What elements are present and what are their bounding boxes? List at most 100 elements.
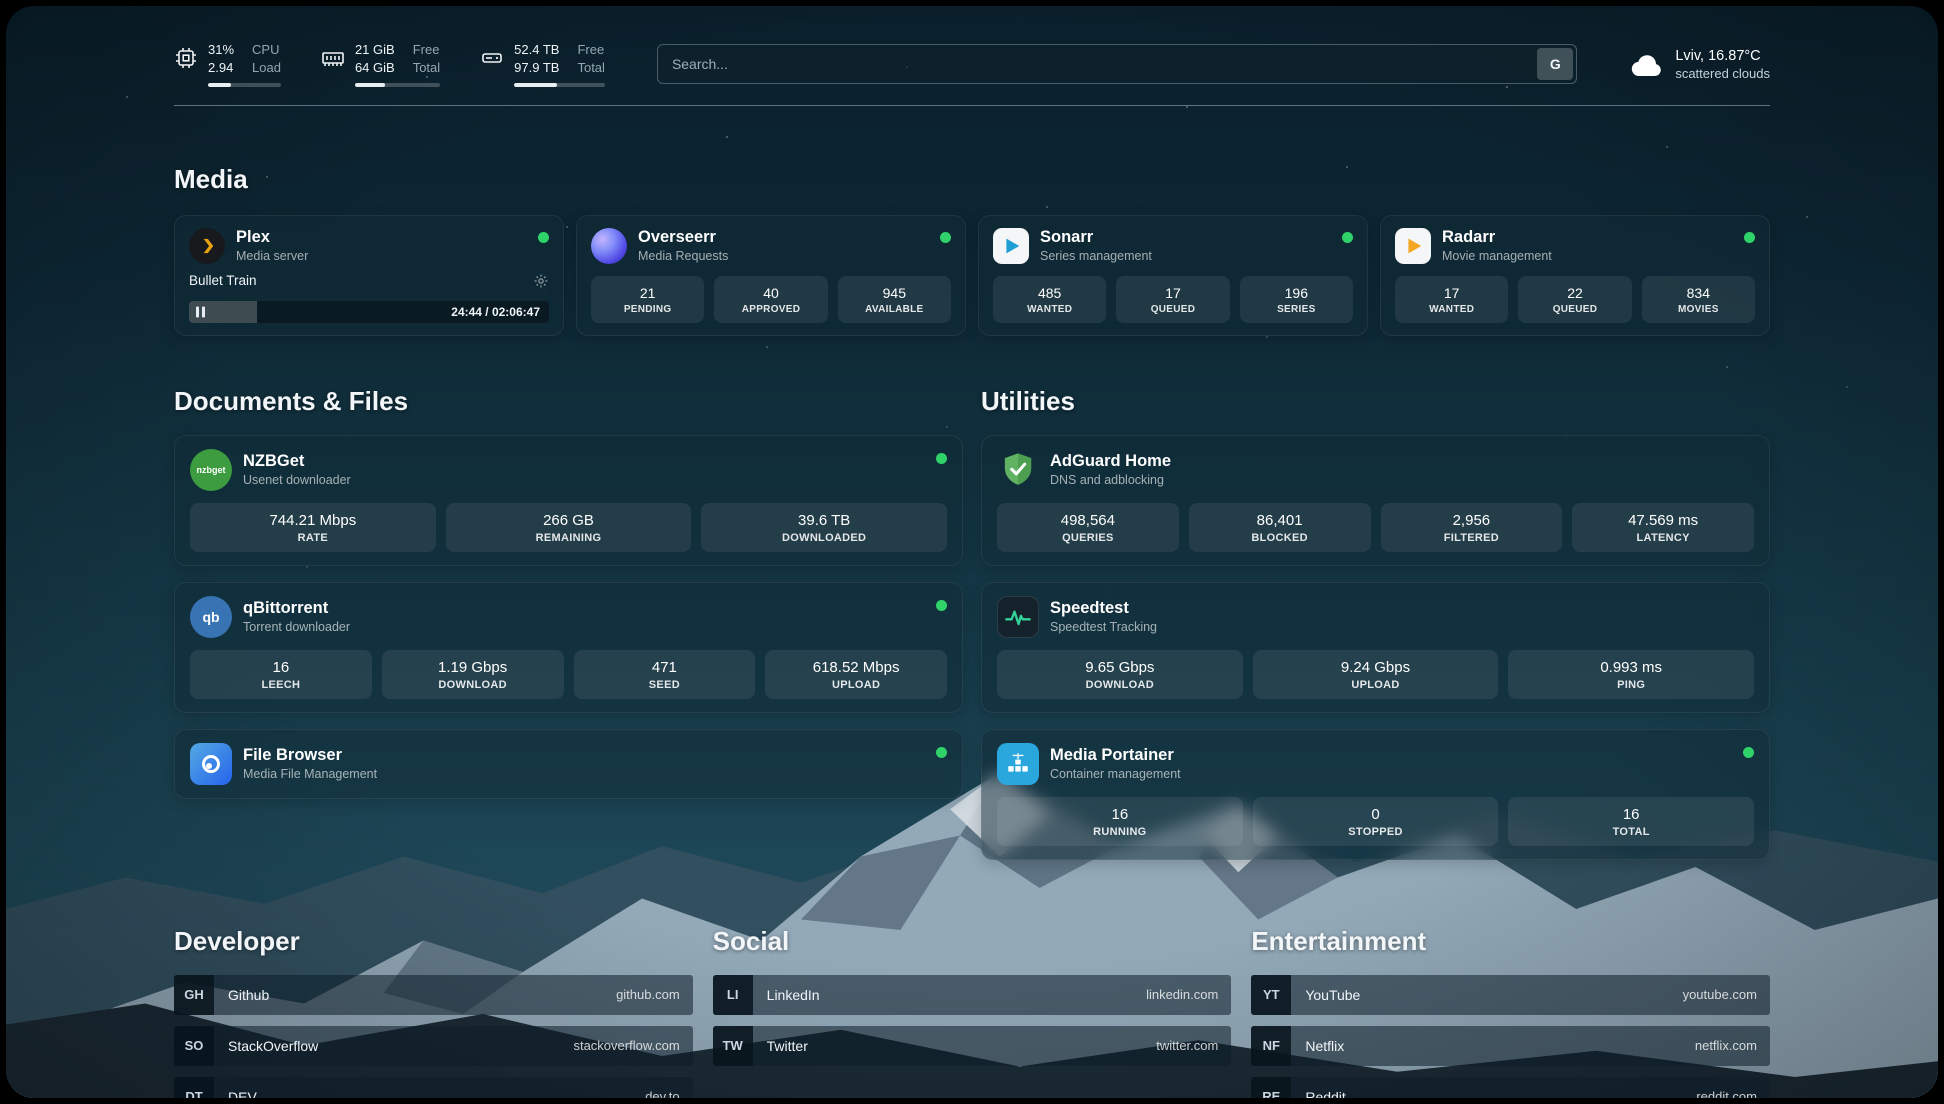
stat-approved: 40 APPROVED — [714, 276, 827, 323]
youtube-icon: YT — [1251, 975, 1291, 1015]
plex-card[interactable]: Plex Media server Bullet Train 24:44 / 0 — [174, 215, 564, 336]
pause-icon[interactable] — [196, 306, 205, 317]
stat-upload: 9.24 Gbps UPLOAD — [1253, 650, 1499, 699]
section-title-documents: Documents & Files — [174, 386, 963, 417]
ram-label-bottom: Total — [413, 60, 440, 76]
filebrowser-icon — [190, 743, 232, 785]
overseerr-card[interactable]: Overseerr Media Requests 21 PENDING 40 A… — [576, 215, 966, 336]
header-divider — [174, 105, 1770, 106]
link-reddit[interactable]: RE Reddit reddit.com — [1251, 1077, 1770, 1099]
app-subtitle: Media Requests — [638, 249, 728, 263]
search-engine-button[interactable]: G — [1537, 48, 1573, 80]
top-bar: 31% 2.94 CPU Load — [174, 6, 1770, 87]
radarr-card[interactable]: Radarr Movie management 17 WANTED 22 QUE… — [1380, 215, 1770, 336]
ram-icon — [321, 46, 345, 70]
entertainment-section: Entertainment YT YouTube youtube.com NF … — [1251, 926, 1770, 1099]
app-subtitle: Speedtest Tracking — [1050, 620, 1157, 634]
adguard-icon — [997, 449, 1039, 491]
stat-wanted: 17 WANTED — [1395, 276, 1508, 323]
disk-progress-track — [514, 83, 605, 87]
link-linkedin[interactable]: LI LinkedIn linkedin.com — [713, 975, 1232, 1015]
stat-download: 9.65 Gbps DOWNLOAD — [997, 650, 1243, 699]
app-subtitle: Series management — [1040, 249, 1152, 263]
ram-label-top: Free — [413, 42, 440, 58]
overseerr-icon — [591, 228, 627, 264]
app-subtitle: Usenet downloader — [243, 473, 351, 487]
speedtest-card[interactable]: Speedtest Speedtest Tracking 9.65 Gbps D… — [981, 582, 1770, 713]
status-dot — [936, 600, 947, 611]
stackoverflow-icon: SO — [174, 1026, 214, 1066]
app-name: qBittorrent — [243, 599, 350, 618]
stat-blocked: 86,401 BLOCKED — [1189, 503, 1371, 552]
ram-progress-track — [355, 83, 440, 87]
section-title-utilities: Utilities — [981, 386, 1770, 417]
player-progress-bar[interactable]: 24:44 / 02:06:47 — [189, 301, 549, 323]
github-icon: GH — [174, 975, 214, 1015]
link-twitter[interactable]: TW Twitter twitter.com — [713, 1026, 1232, 1066]
stat-queued: 17 QUEUED — [1116, 276, 1229, 323]
cpu-progress-track — [208, 83, 281, 87]
stat-download: 1.19 Gbps DOWNLOAD — [382, 650, 564, 699]
now-playing-title: Bullet Train — [189, 273, 257, 288]
documents-column: Documents & Files nzbget NZBGet Usenet d… — [174, 342, 963, 860]
app-subtitle: Container management — [1050, 767, 1181, 781]
dashboard-screen: 31% 2.94 CPU Load — [6, 6, 1938, 1098]
stat-ping: 0.993 ms PING — [1508, 650, 1754, 699]
disk-label-top: Free — [577, 42, 604, 58]
disk-total: 97.9 TB — [514, 60, 559, 76]
gear-icon[interactable] — [533, 273, 549, 289]
portainer-card[interactable]: Media Portainer Container management 16 … — [981, 729, 1770, 860]
stat-total: 16 TOTAL — [1508, 797, 1754, 846]
stat-pending: 21 PENDING — [591, 276, 704, 323]
radarr-icon — [1395, 228, 1431, 264]
speedtest-icon — [997, 596, 1039, 638]
link-stackoverflow[interactable]: SO StackOverflow stackoverflow.com — [174, 1026, 693, 1066]
status-dot — [936, 747, 947, 758]
app-name: Media Portainer — [1050, 746, 1181, 765]
nzbget-card[interactable]: nzbget NZBGet Usenet downloader 744.21 M… — [174, 435, 963, 566]
link-dev[interactable]: DT DEV dev.to — [174, 1077, 693, 1099]
app-name: NZBGet — [243, 452, 351, 471]
sonarr-card[interactable]: Sonarr Series management 485 WANTED 17 Q… — [978, 215, 1368, 336]
status-dot — [1744, 232, 1755, 243]
qbittorrent-card[interactable]: qb qBittorrent Torrent downloader 16 — [174, 582, 963, 713]
plex-icon — [189, 228, 225, 264]
cpu-icon — [174, 46, 198, 70]
stat-movies: 834 MOVIES — [1642, 276, 1755, 323]
ram-total: 64 GiB — [355, 60, 395, 76]
status-dot — [1342, 232, 1353, 243]
adguard-card[interactable]: AdGuard Home DNS and adblocking 498,564 … — [981, 435, 1770, 566]
section-title-developer: Developer — [174, 926, 693, 957]
player-time: 24:44 / 02:06:47 — [451, 305, 540, 319]
cloud-icon — [1629, 49, 1665, 79]
stat-wanted: 485 WANTED — [993, 276, 1106, 323]
link-github[interactable]: GH Github github.com — [174, 975, 693, 1015]
stat-running: 16 RUNNING — [997, 797, 1243, 846]
stat-queries: 498,564 QUERIES — [997, 503, 1179, 552]
cpu-label-top: CPU — [252, 42, 281, 58]
stat-series: 196 SERIES — [1240, 276, 1353, 323]
search-input[interactable] — [657, 44, 1577, 84]
app-subtitle: Media File Management — [243, 767, 377, 781]
app-name: Sonarr — [1040, 228, 1152, 247]
app-name: Plex — [236, 228, 308, 247]
portainer-icon — [997, 743, 1039, 785]
cpu-widget: 31% 2.94 CPU Load — [174, 42, 281, 87]
disk-icon — [480, 46, 504, 70]
filebrowser-card[interactable]: File Browser Media File Management — [174, 729, 963, 799]
sonarr-icon — [993, 228, 1029, 264]
disk-progress-fill — [514, 83, 557, 87]
system-monitor-group: 31% 2.94 CPU Load — [174, 42, 605, 87]
stat-latency: 47.569 ms LATENCY — [1572, 503, 1754, 552]
link-youtube[interactable]: YT YouTube youtube.com — [1251, 975, 1770, 1015]
weather-widget: Lviv, 16.87°C scattered clouds — [1629, 48, 1770, 81]
app-subtitle: Media server — [236, 249, 308, 263]
utilities-column: Utilities AdGu — [981, 342, 1770, 860]
cpu-load: 2.94 — [208, 60, 234, 76]
status-dot — [1743, 747, 1754, 758]
stat-downloaded: 39.6 TB DOWNLOADED — [701, 503, 947, 552]
status-dot — [538, 232, 549, 243]
link-netflix[interactable]: NF Netflix netflix.com — [1251, 1026, 1770, 1066]
stat-upload: 618.52 Mbps UPLOAD — [765, 650, 947, 699]
weather-condition: scattered clouds — [1675, 66, 1770, 81]
